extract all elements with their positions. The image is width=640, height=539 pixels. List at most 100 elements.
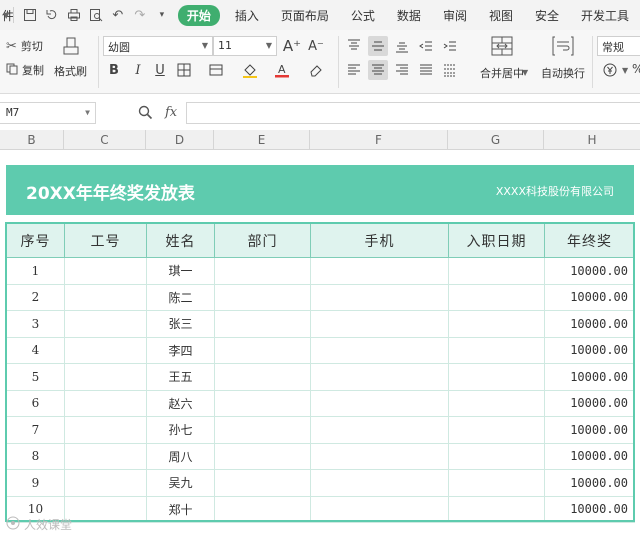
- cell-index[interactable]: 1: [6, 257, 65, 285]
- cell-phone[interactable]: [310, 469, 449, 497]
- number-format-select[interactable]: 常规: [597, 36, 640, 56]
- column-header-b[interactable]: B: [0, 130, 64, 150]
- column-header-f[interactable]: F: [310, 130, 448, 150]
- cell-phone[interactable]: [310, 495, 449, 523]
- redo-icon[interactable]: ↷: [132, 7, 148, 23]
- cell-employee-id[interactable]: [64, 363, 147, 391]
- cell-employee-id[interactable]: [64, 389, 147, 417]
- zoom-search-icon[interactable]: [138, 105, 153, 124]
- cell-phone[interactable]: [310, 416, 449, 444]
- align-bottom-icon[interactable]: [392, 36, 412, 56]
- tab-security[interactable]: 安全: [524, 7, 570, 24]
- header-phone[interactable]: 手机: [310, 223, 449, 258]
- cell-employee-id[interactable]: [64, 495, 147, 523]
- copy-button[interactable]: 复制: [6, 62, 44, 78]
- cell-department[interactable]: [214, 336, 311, 364]
- cell-index[interactable]: 4: [6, 336, 65, 364]
- cell-name[interactable]: 赵六: [146, 389, 215, 417]
- cell-name[interactable]: 琪一: [146, 257, 215, 285]
- cell-name[interactable]: 孙七: [146, 416, 215, 444]
- cell-name[interactable]: 周八: [146, 442, 215, 470]
- header-department[interactable]: 部门: [214, 223, 311, 258]
- cell-employee-id[interactable]: [64, 257, 147, 285]
- cell-bonus[interactable]: 10000.00: [544, 363, 635, 391]
- function-icon[interactable]: fx: [165, 105, 177, 124]
- cell-index[interactable]: 5: [6, 363, 65, 391]
- cell-department[interactable]: [214, 310, 311, 338]
- chevron-down-icon[interactable]: ▼: [3, 11, 9, 20]
- cell-employee-id[interactable]: [64, 283, 147, 311]
- cell-employee-id[interactable]: [64, 310, 147, 338]
- tab-home[interactable]: 开始: [177, 4, 220, 26]
- cell-name[interactable]: 李四: [146, 336, 215, 364]
- clear-format-icon[interactable]: [306, 60, 326, 80]
- column-header-d[interactable]: D: [146, 130, 214, 150]
- cell-bonus[interactable]: 10000.00: [544, 495, 635, 523]
- align-center-icon[interactable]: [368, 60, 388, 80]
- cell-bonus[interactable]: 10000.00: [544, 389, 635, 417]
- header-employee-id[interactable]: 工号: [64, 223, 147, 258]
- customize-chevron-icon[interactable]: ▾: [154, 7, 170, 23]
- cell-department[interactable]: [214, 416, 311, 444]
- column-header-h[interactable]: H: [544, 130, 640, 150]
- italic-button[interactable]: I: [128, 60, 148, 80]
- cell-style-icon[interactable]: [206, 60, 226, 80]
- cell-bonus[interactable]: 10000.00: [544, 416, 635, 444]
- increase-font-icon[interactable]: A⁺: [282, 36, 302, 56]
- chevron-down-icon[interactable]: ▼: [622, 66, 628, 75]
- indent-increase-icon[interactable]: [440, 36, 460, 56]
- cell-hire-date[interactable]: [448, 389, 545, 417]
- percent-icon[interactable]: %: [632, 62, 640, 76]
- cell-index[interactable]: 8: [6, 442, 65, 470]
- cell-employee-id[interactable]: [64, 469, 147, 497]
- cell-phone[interactable]: [310, 310, 449, 338]
- align-right-icon[interactable]: [392, 60, 412, 80]
- header-index[interactable]: 序号: [6, 223, 65, 258]
- column-header-g[interactable]: G: [448, 130, 544, 150]
- cell-department[interactable]: [214, 283, 311, 311]
- cell-bonus[interactable]: 10000.00: [544, 310, 635, 338]
- tab-data[interactable]: 数据: [386, 7, 432, 24]
- cut-button[interactable]: ✂ 剪切: [6, 38, 43, 54]
- align-top-icon[interactable]: [344, 36, 364, 56]
- column-header-c[interactable]: C: [64, 130, 146, 150]
- cell-name[interactable]: 郑十: [146, 495, 215, 523]
- tab-insert[interactable]: 插入: [224, 7, 270, 24]
- print-preview-icon[interactable]: [88, 7, 104, 23]
- cell-hire-date[interactable]: [448, 495, 545, 523]
- font-size-select[interactable]: 11 ▼: [213, 36, 277, 56]
- underline-button[interactable]: U: [150, 60, 170, 80]
- header-name[interactable]: 姓名: [146, 223, 215, 258]
- font-color-icon[interactable]: A: [272, 60, 292, 80]
- align-middle-icon[interactable]: [368, 36, 388, 56]
- cell-employee-id[interactable]: [64, 416, 147, 444]
- column-header-e[interactable]: E: [214, 130, 310, 150]
- decrease-font-icon[interactable]: A⁻: [306, 36, 326, 56]
- cell-hire-date[interactable]: [448, 469, 545, 497]
- cell-hire-date[interactable]: [448, 336, 545, 364]
- cell-bonus[interactable]: 10000.00: [544, 257, 635, 285]
- cell-name[interactable]: 吴九: [146, 469, 215, 497]
- cell-index[interactable]: 6: [6, 389, 65, 417]
- cell-department[interactable]: [214, 495, 311, 523]
- font-name-select[interactable]: 幼圆 ▼: [103, 36, 213, 56]
- justify-icon[interactable]: [416, 60, 436, 80]
- undo-icon[interactable]: ↶: [110, 7, 126, 23]
- align-left-icon[interactable]: [344, 60, 364, 80]
- cell-bonus[interactable]: 10000.00: [544, 283, 635, 311]
- indent-decrease-icon[interactable]: [416, 36, 436, 56]
- tab-developer[interactable]: 开发工具: [570, 7, 640, 24]
- cell-department[interactable]: [214, 469, 311, 497]
- cell-bonus[interactable]: 10000.00: [544, 336, 635, 364]
- cell-name[interactable]: 张三: [146, 310, 215, 338]
- cell-index[interactable]: 3: [6, 310, 65, 338]
- cell-hire-date[interactable]: [448, 416, 545, 444]
- format-painter-button[interactable]: 格式刷: [54, 36, 87, 79]
- tab-review[interactable]: 审阅: [432, 7, 478, 24]
- cell-bonus[interactable]: 10000.00: [544, 469, 635, 497]
- tab-formulas[interactable]: 公式: [340, 7, 386, 24]
- bold-button[interactable]: B: [104, 60, 124, 80]
- cell-department[interactable]: [214, 442, 311, 470]
- cell-phone[interactable]: [310, 363, 449, 391]
- cell-index[interactable]: 9: [6, 469, 65, 497]
